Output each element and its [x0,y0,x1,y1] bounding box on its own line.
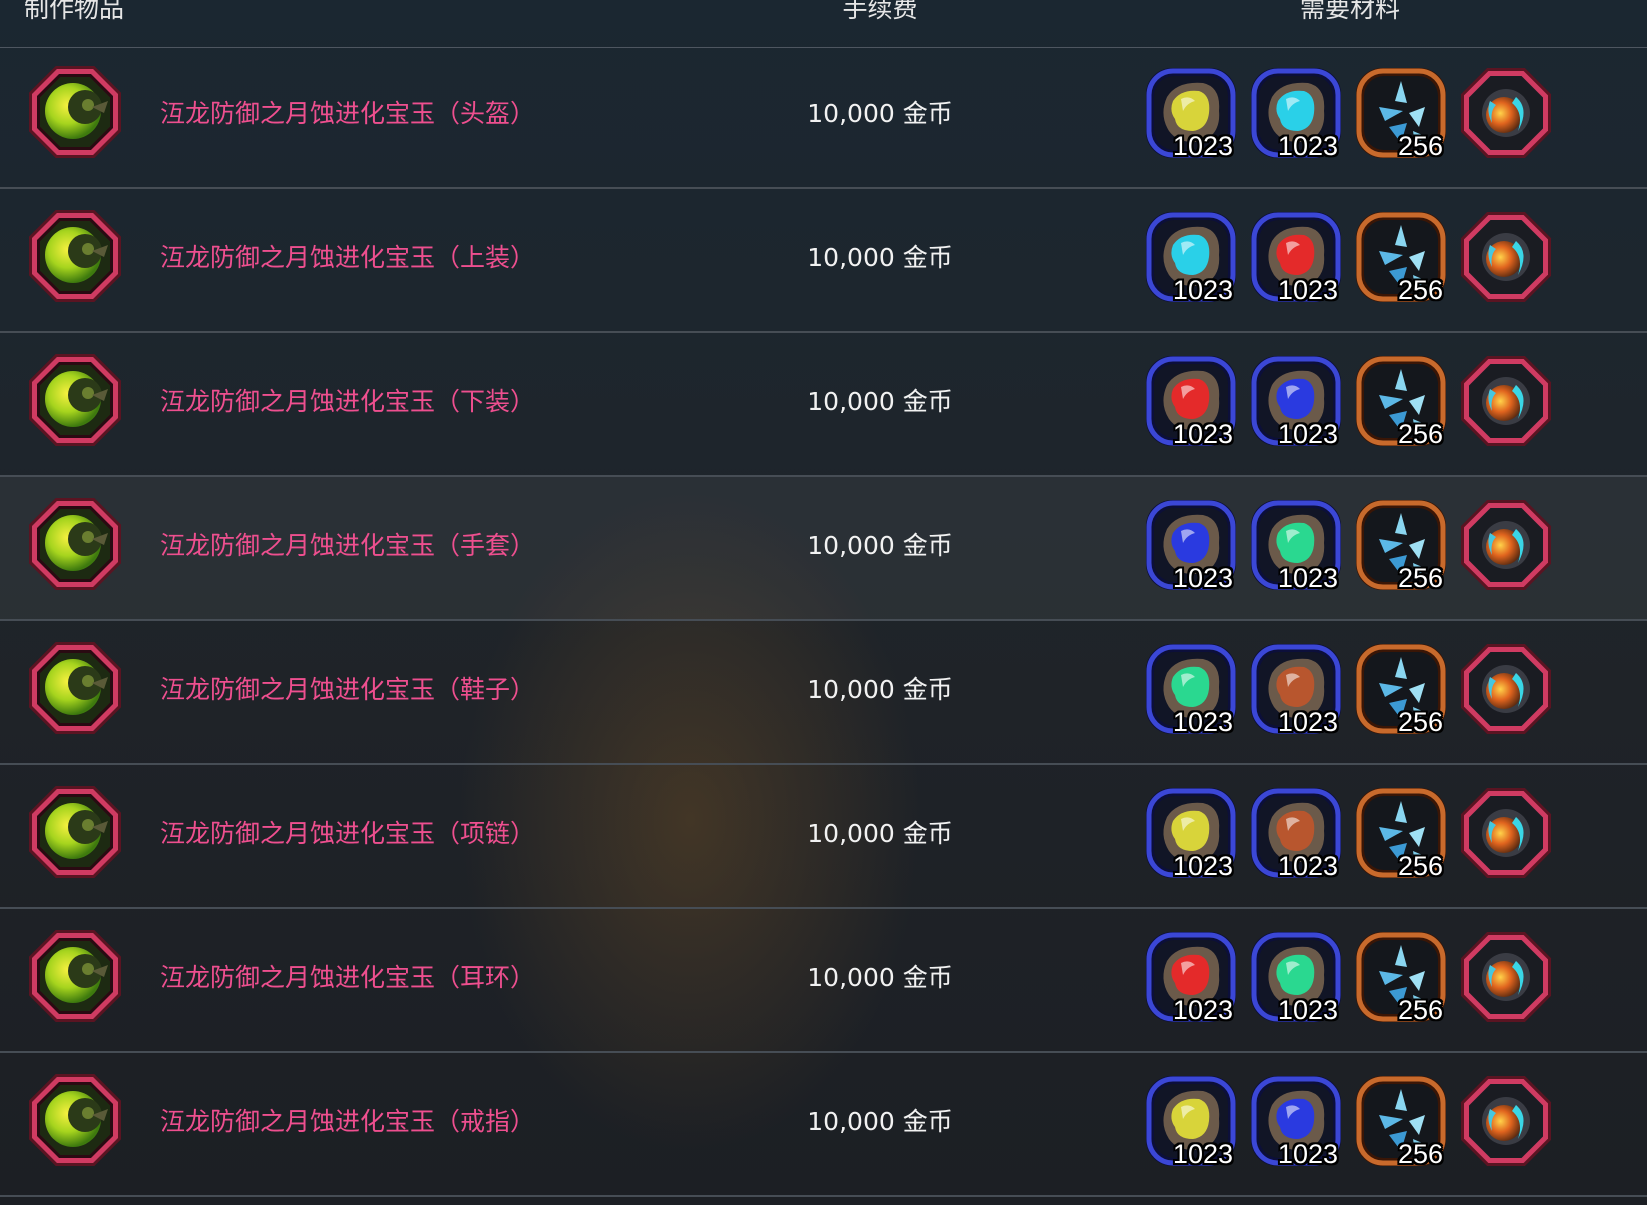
yellow-gem-ore-icon[interactable]: 1023 [1145,1075,1237,1169]
fire-ice-orb-icon[interactable] [1460,355,1552,447]
recipe-row[interactable]: 沍龙防御之月蚀进化宝玉（项链） 10,000 金币 1023 1023 256 [0,765,1647,909]
red-gem-ore-icon[interactable]: 1023 [1145,931,1237,1025]
crystal-shard-icon[interactable]: 256 [1355,643,1447,737]
yellow-gem-ore-icon[interactable]: 1023 [1145,787,1237,881]
material-quantity: 256 [1397,563,1443,593]
material-quantity: 1023 [1277,995,1338,1025]
fee-amount: 10,000 金币 [807,819,953,848]
material-quantity: 1023 [1277,851,1338,881]
fire-ice-orb-icon[interactable] [1460,931,1552,1023]
yellow-gem-ore-icon[interactable]: 1023 [1145,67,1237,161]
crystal-shard-icon[interactable]: 256 [1355,499,1447,593]
crystal-shard-icon[interactable]: 256 [1355,1075,1447,1169]
fee-amount: 10,000 金币 [807,387,953,416]
recipe-row[interactable]: 沍龙防御之月蚀进化宝玉（鞋子） 10,000 金币 1023 1023 256 [0,621,1647,765]
item-name[interactable]: 沍龙防御之月蚀进化宝玉（上装） [160,241,535,275]
fee-amount: 10,000 金币 [807,1107,953,1136]
material-quantity: 256 [1397,131,1443,161]
recipe-row[interactable]: 沍龙防御之月蚀进化宝玉（耳环） 10,000 金币 1023 1023 256 [0,909,1647,1053]
crystal-shard-icon[interactable]: 256 [1355,931,1447,1025]
fire-ice-orb-icon[interactable] [1460,499,1552,591]
item-name[interactable]: 沍龙防御之月蚀进化宝玉（戒指） [160,1105,535,1139]
material-quantity: 1023 [1277,275,1338,305]
material-quantity: 1023 [1172,995,1233,1025]
green-gem-ore-icon[interactable]: 1023 [1250,931,1342,1025]
material-quantity: 1023 [1277,131,1338,161]
crafting-list: 制作物品 手续费 需要材料 沍龙防御之月蚀进化宝玉（头盔） 10,000 金币 1… [0,0,1647,1205]
crescent-moon-gem-icon[interactable] [28,641,122,735]
item-name[interactable]: 沍龙防御之月蚀进化宝玉（手套） [160,529,535,563]
header-item: 制作物品 [24,0,125,23]
crystal-shard-icon[interactable]: 256 [1355,211,1447,305]
material-quantity: 1023 [1277,707,1338,737]
item-name[interactable]: 沍龙防御之月蚀进化宝玉（下装） [160,385,535,419]
material-quantity: 256 [1397,995,1443,1025]
recipe-row[interactable]: 沍龙防御之月蚀进化宝玉（上装） 10,000 金币 1023 1023 256 [0,189,1647,333]
material-quantity: 256 [1397,851,1443,881]
header-fee: 手续费 [842,0,918,23]
fee-amount: 10,000 金币 [807,675,953,704]
brown-gem-ore-icon[interactable]: 1023 [1250,643,1342,737]
material-quantity: 256 [1397,419,1443,449]
fee-amount: 10,000 金币 [807,243,953,272]
fee-amount: 10,000 金币 [807,99,953,128]
material-quantity: 1023 [1172,275,1233,305]
material-quantity: 1023 [1277,1139,1338,1169]
material-quantity: 1023 [1172,419,1233,449]
item-name[interactable]: 沍龙防御之月蚀进化宝玉（耳环） [160,961,535,995]
fee-amount: 10,000 金币 [807,963,953,992]
item-name[interactable]: 沍龙防御之月蚀进化宝玉（项链） [160,817,535,851]
recipe-row[interactable]: 沍龙防御之月蚀进化宝玉（下装） 10,000 金币 1023 1023 256 [0,333,1647,477]
fire-ice-orb-icon[interactable] [1460,787,1552,879]
crescent-moon-gem-icon[interactable] [28,209,122,303]
crescent-moon-gem-icon[interactable] [28,1073,122,1167]
recipe-row[interactable]: 沍龙防御之月蚀进化宝玉（戒指） 10,000 金币 1023 1023 256 [0,1053,1647,1197]
recipe-row[interactable]: 沍龙防御之月蚀进化宝玉（头盔） 10,000 金币 1023 1023 256 [0,45,1647,189]
material-quantity: 1023 [1172,131,1233,161]
crystal-shard-icon[interactable]: 256 [1355,787,1447,881]
material-quantity: 1023 [1172,707,1233,737]
fee-amount: 10,000 金币 [807,531,953,560]
item-name[interactable]: 沍龙防御之月蚀进化宝玉（头盔） [160,97,535,131]
table-header: 制作物品 手续费 需要材料 [0,0,1647,48]
blue-gem-ore-icon[interactable]: 1023 [1250,355,1342,449]
material-quantity: 1023 [1277,563,1338,593]
crescent-moon-gem-icon[interactable] [28,785,122,879]
material-quantity: 1023 [1172,563,1233,593]
material-quantity: 256 [1397,707,1443,737]
blue-gem-ore-icon[interactable]: 1023 [1250,1075,1342,1169]
fire-ice-orb-icon[interactable] [1460,1075,1552,1167]
brown-gem-ore-icon[interactable]: 1023 [1250,787,1342,881]
crescent-moon-gem-icon[interactable] [28,497,122,591]
fire-ice-orb-icon[interactable] [1460,643,1552,735]
material-quantity: 256 [1397,1139,1443,1169]
recipe-row[interactable]: 沍龙防御之月蚀进化宝玉（手套） 10,000 金币 1023 1023 256 [0,477,1647,621]
fire-ice-orb-icon[interactable] [1460,211,1552,303]
green-gem-ore-icon[interactable]: 1023 [1145,643,1237,737]
crescent-moon-gem-icon[interactable] [28,65,122,159]
green-gem-ore-icon[interactable]: 1023 [1250,499,1342,593]
crescent-moon-gem-icon[interactable] [28,929,122,1023]
crystal-shard-icon[interactable]: 256 [1355,67,1447,161]
material-quantity: 1023 [1172,851,1233,881]
fire-ice-orb-icon[interactable] [1460,67,1552,159]
red-gem-ore-icon[interactable]: 1023 [1145,355,1237,449]
material-quantity: 1023 [1277,419,1338,449]
cyan-gem-ore-icon[interactable]: 1023 [1145,211,1237,305]
crescent-moon-gem-icon[interactable] [28,353,122,447]
blue-gem-ore-icon[interactable]: 1023 [1145,499,1237,593]
material-quantity: 1023 [1172,1139,1233,1169]
item-name[interactable]: 沍龙防御之月蚀进化宝玉（鞋子） [160,673,535,707]
material-quantity: 256 [1397,275,1443,305]
cyan-gem-ore-icon[interactable]: 1023 [1250,67,1342,161]
red-gem-ore-icon[interactable]: 1023 [1250,211,1342,305]
header-materials: 需要材料 [1299,0,1400,23]
crystal-shard-icon[interactable]: 256 [1355,355,1447,449]
